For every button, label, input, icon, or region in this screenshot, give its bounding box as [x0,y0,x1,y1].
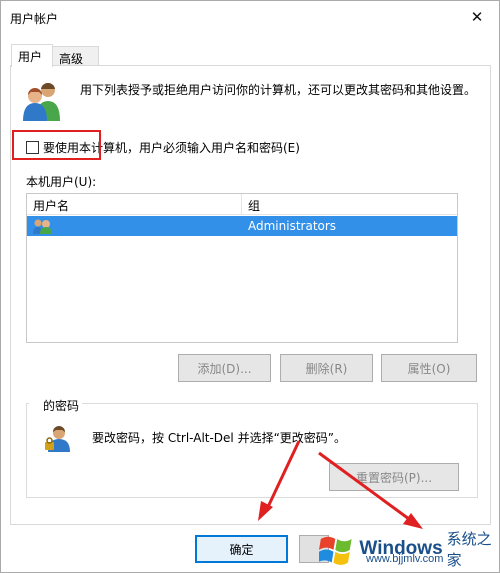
user-list-header: 用户名 组 [27,194,457,215]
column-header-group[interactable]: 组 [248,197,260,214]
windows-logo-icon [319,536,352,565]
table-row[interactable]: Administrators [27,216,457,236]
user-row-icon [33,219,52,234]
watermark-cn: 系统之家 [446,530,492,569]
ok-button[interactable]: 确定 [195,535,288,563]
column-divider[interactable] [241,194,242,215]
window-title: 用户帐户 [10,12,59,26]
column-header-username[interactable]: 用户名 [33,197,69,214]
intro-text: 用下列表授予或拒绝用户访问你的计算机，还可以更改其密码和其他设置。 [80,83,477,97]
watermark-url: www.bjjmlv.com [366,553,444,565]
properties-button[interactable]: 属性(O) [381,354,477,382]
users-icon [23,82,60,121]
row-group: Administrators [248,219,337,233]
tab-users[interactable]: 用户 [11,44,53,67]
watermark: Windows 系统之家 [319,524,500,573]
user-accounts-window: 用户帐户 ✕ 用户 高级 用下列表授予或拒绝用户访问你的计算机，还可以更改其密码… [0,0,500,573]
change-password-text: 要改密码，按 Ctrl-Alt-Del 并选择“更改密码”。 [92,431,347,445]
password-user-icon [45,426,70,452]
user-list[interactable]: 用户名 组 Administrators [26,193,458,343]
remove-user-button[interactable]: 删除(R) [280,354,373,382]
reset-password-button[interactable]: 重置密码(P)... [329,463,459,491]
title-bar: 用户帐户 ✕ [1,1,499,33]
close-icon: ✕ [470,7,484,26]
user-list-label: 本机用户(U): [26,175,97,189]
password-group-title: 的密码 [29,397,83,414]
close-button[interactable]: ✕ [455,1,499,32]
tab-advanced[interactable]: 高级 [53,46,99,66]
annotation-highlight-box [12,130,101,160]
add-user-button[interactable]: 添加(D)... [178,354,271,382]
